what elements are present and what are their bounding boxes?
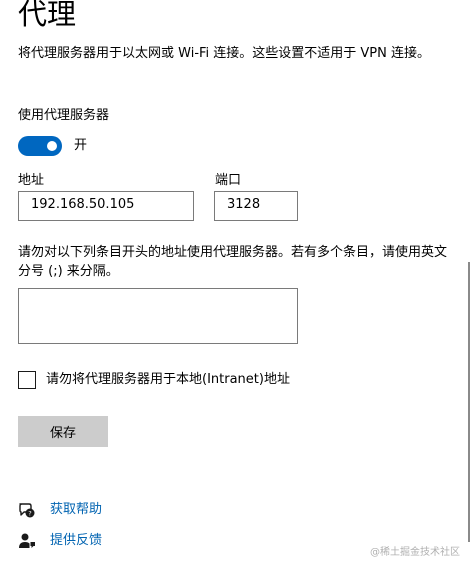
save-button[interactable]: 保存 bbox=[18, 416, 108, 447]
give-feedback-link[interactable]: 提供反馈 bbox=[50, 531, 102, 551]
local-bypass-label[interactable]: 请勿将代理服务器用于本地(Intranet)地址 bbox=[46, 370, 290, 390]
address-input[interactable]: 192.168.50.105 bbox=[18, 191, 194, 221]
use-proxy-label: 使用代理服务器 bbox=[18, 108, 110, 123]
port-input[interactable]: 3128 bbox=[214, 191, 298, 221]
chat-help-icon: ? bbox=[18, 501, 36, 519]
use-proxy-toggle-row: 开 bbox=[18, 136, 87, 156]
local-bypass-row: 请勿将代理服务器用于本地(Intranet)地址 bbox=[18, 370, 290, 390]
use-proxy-toggle[interactable] bbox=[18, 136, 62, 156]
exceptions-textarea[interactable] bbox=[18, 288, 298, 344]
page-title: 代理 bbox=[18, 0, 77, 31]
page-description: 将代理服务器用于以太网或 Wi-Fi 连接。这些设置不适用于 VPN 连接。 bbox=[18, 46, 431, 61]
port-label: 端口 bbox=[215, 173, 242, 188]
feedback-person-icon bbox=[18, 532, 36, 550]
toggle-state-label: 开 bbox=[74, 138, 88, 153]
toggle-knob bbox=[47, 141, 57, 151]
exceptions-description: 请勿对以下列条目开头的地址使用代理服务器。若有多个条目，请使用英文分号 (;) … bbox=[18, 245, 448, 279]
get-help-link-row[interactable]: ? 获取帮助 bbox=[18, 500, 102, 520]
proxy-settings-page: 代理 将代理服务器用于以太网或 Wi-Fi 连接。这些设置不适用于 VPN 连接… bbox=[0, 0, 472, 572]
scrollbar[interactable] bbox=[468, 262, 470, 542]
give-feedback-link-row[interactable]: 提供反馈 bbox=[18, 531, 102, 551]
get-help-link[interactable]: 获取帮助 bbox=[50, 500, 102, 520]
watermark: @稀土掘金技术社区 bbox=[370, 547, 460, 558]
local-bypass-checkbox[interactable] bbox=[18, 371, 36, 389]
svg-text:?: ? bbox=[28, 510, 31, 518]
address-label: 地址 bbox=[18, 173, 45, 188]
